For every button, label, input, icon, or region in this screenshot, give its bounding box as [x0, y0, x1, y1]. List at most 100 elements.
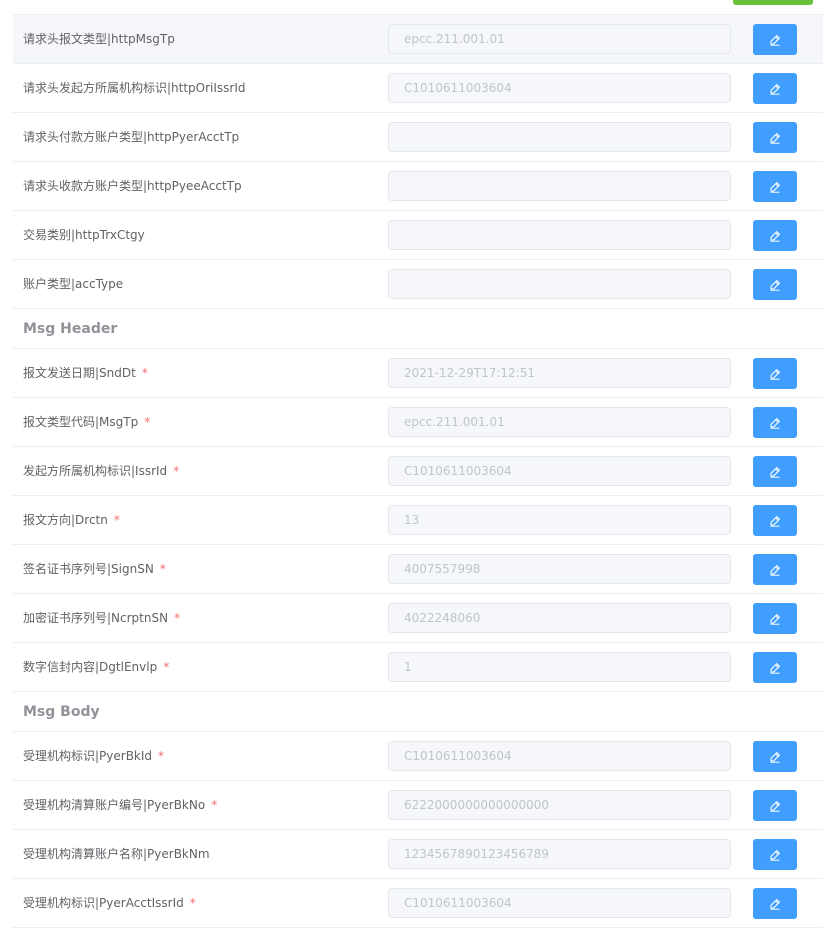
section-title: Msg Body — [23, 704, 100, 720]
edit-button[interactable] — [753, 24, 797, 55]
edit-icon — [770, 662, 780, 674]
edit-button[interactable] — [753, 122, 797, 153]
field-label-text: 报文类型代码|MsgTp — [23, 415, 139, 429]
required-asterisk: * — [159, 562, 166, 576]
edit-button[interactable] — [753, 269, 797, 300]
field-row: 报文发送日期|SndDt * — [13, 349, 823, 398]
field-value-input[interactable] — [388, 456, 731, 486]
field-value-input[interactable] — [388, 358, 731, 388]
required-asterisk: * — [163, 660, 170, 674]
field-value-input[interactable] — [388, 790, 731, 820]
field-row: 受理机构标识|PyerAcctIssrId * — [13, 879, 823, 928]
field-label-text: 报文发送日期|SndDt — [23, 366, 136, 380]
required-asterisk: * — [113, 513, 120, 527]
field-label: 受理机构清算账户名称|PyerBkNm — [23, 830, 210, 878]
required-asterisk: * — [189, 896, 196, 910]
field-value-input[interactable] — [388, 220, 731, 250]
field-row: 受理机构清算账户名称|PyerBkNm — [13, 830, 823, 879]
field-row: 请求头付款方账户类型|httpPyerAcctTp — [13, 113, 823, 162]
field-label: 账户类型|accType — [23, 260, 123, 308]
field-label: 报文发送日期|SndDt * — [23, 349, 148, 397]
field-value-input[interactable] — [388, 24, 731, 54]
edit-icon — [770, 613, 780, 625]
required-asterisk: * — [158, 749, 165, 763]
field-label: 报文类型代码|MsgTp * — [23, 398, 150, 446]
field-label: 发起方所属机构标识|IssrId * — [23, 447, 179, 495]
field-label: 请求头报文类型|httpMsgTp — [23, 15, 175, 63]
field-label: 请求头发起方所属机构标识|httpOriIssrId — [23, 64, 246, 112]
field-label: 数字信封内容|DgtlEnvlp * — [23, 643, 169, 691]
field-value-input[interactable] — [388, 505, 731, 535]
edit-icon — [770, 181, 780, 193]
edit-icon — [770, 132, 780, 144]
field-value-input[interactable] — [388, 407, 731, 437]
field-row: 交易类别|httpTrxCtgy — [13, 211, 823, 260]
field-value-input[interactable] — [388, 73, 731, 103]
edit-button[interactable] — [753, 790, 797, 821]
edit-button[interactable] — [753, 73, 797, 104]
edit-button[interactable] — [753, 358, 797, 389]
edit-button[interactable] — [753, 741, 797, 772]
edit-icon — [770, 279, 780, 291]
edit-button[interactable] — [753, 171, 797, 202]
field-row: 数字信封内容|DgtlEnvlp * — [13, 643, 823, 692]
edit-icon — [770, 368, 780, 380]
edit-button[interactable] — [753, 652, 797, 683]
edit-button[interactable] — [753, 505, 797, 536]
field-value-input[interactable] — [388, 269, 731, 299]
field-value-input[interactable] — [388, 122, 731, 152]
field-label-text: 请求头发起方所属机构标识|httpOriIssrId — [23, 81, 246, 95]
field-label-text: 报文方向|Drctn — [23, 513, 108, 527]
section-msg-body: Msg Body — [13, 692, 823, 732]
field-label: 请求头付款方账户类型|httpPyerAcctTp — [23, 113, 239, 161]
field-label: 报文方向|Drctn * — [23, 496, 120, 544]
field-value-input[interactable] — [388, 171, 731, 201]
field-value-input[interactable] — [388, 603, 731, 633]
field-label-text: 受理机构清算账户编号|PyerBkNo — [23, 798, 206, 812]
edit-button[interactable] — [753, 456, 797, 487]
add-button-partial[interactable] — [733, 0, 813, 5]
field-label: 受理机构清算账户编号|PyerBkNo * — [23, 781, 217, 829]
required-asterisk: * — [174, 611, 181, 625]
field-value-input[interactable] — [388, 839, 731, 869]
field-label-text: 发起方所属机构标识|IssrId — [23, 464, 168, 478]
field-row: 受理机构标识|PyerBkId * — [13, 732, 823, 781]
field-label-text: 签名证书序列号|SignSN — [23, 562, 154, 576]
edit-button[interactable] — [753, 220, 797, 251]
msg-header-fields-group: 报文发送日期|SndDt*报文类型代码|MsgTp*发起方所属机构标识|Issr… — [13, 349, 823, 692]
edit-button[interactable] — [753, 407, 797, 438]
field-label: 签名证书序列号|SignSN * — [23, 545, 166, 593]
edit-icon — [770, 466, 780, 478]
edit-button[interactable] — [753, 603, 797, 634]
field-row: 受理机构清算账户编号|PyerBkNo * — [13, 781, 823, 830]
required-asterisk: * — [144, 415, 151, 429]
section-title: Msg Header — [23, 321, 118, 337]
field-row: 签名证书序列号|SignSN * — [13, 545, 823, 594]
edit-icon — [770, 849, 780, 861]
field-label-text: 受理机构标识|PyerAcctIssrId — [23, 896, 184, 910]
section-msg-header: Msg Header — [13, 309, 823, 349]
field-value-input[interactable] — [388, 888, 731, 918]
field-label-text: 请求头报文类型|httpMsgTp — [23, 32, 175, 46]
msg-body-fields-group: 受理机构标识|PyerBkId*受理机构清算账户编号|PyerBkNo*受理机构… — [13, 732, 823, 928]
field-label: 请求头收款方账户类型|httpPyeeAcctTp — [23, 162, 242, 210]
field-label-text: 请求头付款方账户类型|httpPyerAcctTp — [23, 130, 240, 144]
field-value-input[interactable] — [388, 554, 731, 584]
field-label: 交易类别|httpTrxCtgy — [23, 211, 145, 259]
edit-button[interactable] — [753, 554, 797, 585]
field-value-input[interactable] — [388, 741, 731, 771]
field-label: 受理机构标识|PyerAcctIssrId * — [23, 879, 196, 927]
edit-icon — [770, 898, 780, 910]
required-asterisk: * — [173, 464, 180, 478]
field-row: 报文方向|Drctn * — [13, 496, 823, 545]
field-label-text: 交易类别|httpTrxCtgy — [23, 228, 145, 242]
edit-button[interactable] — [753, 888, 797, 919]
edit-icon — [770, 417, 780, 429]
edit-icon — [770, 34, 780, 46]
field-value-input[interactable] — [388, 652, 731, 682]
edit-icon — [770, 230, 780, 242]
field-row: 发起方所属机构标识|IssrId * — [13, 447, 823, 496]
field-label: 受理机构标识|PyerBkId * — [23, 732, 164, 780]
edit-button[interactable] — [753, 839, 797, 870]
field-label-text: 受理机构清算账户名称|PyerBkNm — [23, 847, 210, 861]
